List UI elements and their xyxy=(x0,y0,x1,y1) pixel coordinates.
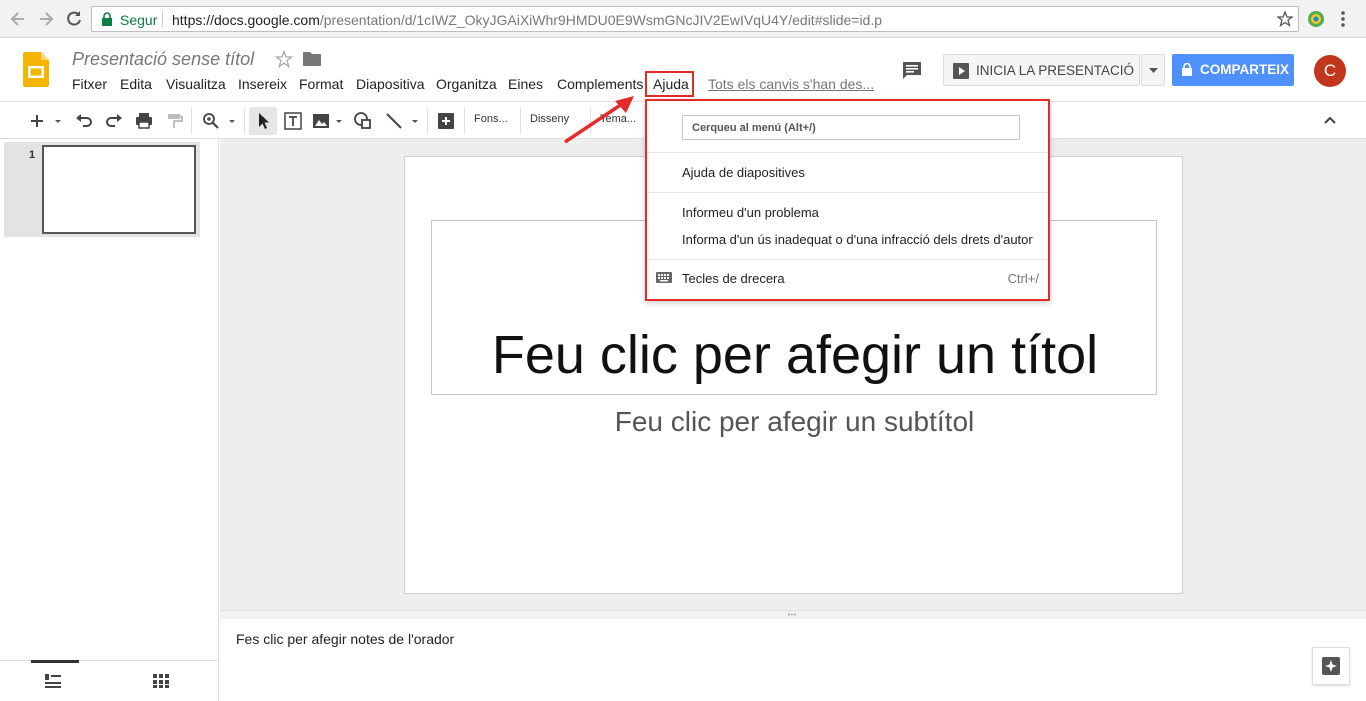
keyboard-icon xyxy=(656,272,672,283)
text-box-icon[interactable] xyxy=(281,109,305,133)
title-placeholder[interactable]: Feu clic per afegir un títol xyxy=(432,324,1158,386)
zoom-icon[interactable] xyxy=(199,109,223,133)
save-status-link[interactable]: Tots els canvis s'han des... xyxy=(708,76,874,92)
subtitle-placeholder[interactable]: Feu clic per afegir un subtítol xyxy=(405,406,1184,438)
menu-insert[interactable]: Insereix xyxy=(238,76,287,92)
image-icon[interactable] xyxy=(309,109,333,133)
select-cursor-icon[interactable] xyxy=(251,109,275,133)
filmstrip-view-icon[interactable] xyxy=(45,674,61,688)
present-button[interactable]: INICIA LA PRESENTACIÓ xyxy=(943,54,1140,86)
slide-filmstrip: 1 xyxy=(0,139,219,701)
menu-format[interactable]: Format xyxy=(299,76,343,92)
url-text[interactable]: https://docs.google.com/presentation/d/1… xyxy=(172,12,882,28)
menu-divider xyxy=(647,259,1048,260)
collapse-toolbar-icon[interactable] xyxy=(1318,109,1342,133)
slide-thumbnail[interactable] xyxy=(42,145,196,234)
zoom-dropdown-icon[interactable] xyxy=(226,109,238,133)
shape-icon[interactable] xyxy=(351,109,375,133)
toolbar-divider xyxy=(191,108,192,134)
bookmark-star-icon[interactable] xyxy=(1277,11,1293,27)
menu-tools[interactable]: Eines xyxy=(508,76,543,92)
toolbar-divider xyxy=(427,108,428,134)
menu-item-report-abuse[interactable]: Informa d'un ús inadequat o d'una infrac… xyxy=(682,232,1033,247)
speaker-notes-placeholder[interactable]: Fes clic per afegir notes de l'orador xyxy=(236,631,454,647)
address-bar[interactable]: Segur https://docs.google.com/presentati… xyxy=(91,6,1299,32)
menu-divider xyxy=(647,152,1048,153)
notes-resize-handle[interactable] xyxy=(220,610,1366,619)
chevron-down-icon xyxy=(1149,68,1158,73)
slides-logo-icon[interactable] xyxy=(23,52,49,87)
menu-search-placeholder: Cerqueu al menú (Alt+/) xyxy=(692,122,816,134)
lock-icon xyxy=(1182,63,1192,76)
line-dropdown-icon[interactable] xyxy=(409,109,421,133)
toolbar-divider xyxy=(464,108,465,134)
print-icon[interactable] xyxy=(132,109,156,133)
line-icon[interactable] xyxy=(382,109,406,133)
help-menu-dropdown: Cerqueu al menú (Alt+/) Ajuda de diaposi… xyxy=(645,99,1050,301)
toolbar-divider xyxy=(520,108,521,134)
explore-icon xyxy=(1322,657,1340,675)
menu-slide[interactable]: Diapositiva xyxy=(356,76,424,92)
slide-thumbnail-selected[interactable]: 1 xyxy=(4,142,200,237)
toolbar-divider xyxy=(244,108,245,134)
menu-file[interactable]: Fitxer xyxy=(72,76,107,92)
menu-item-keyboard-shortcuts[interactable]: Tecles de drecera xyxy=(682,271,785,286)
menu-divider xyxy=(647,192,1048,193)
background-button[interactable]: Fons... xyxy=(474,113,508,125)
annotation-arrow-icon xyxy=(560,92,640,146)
avatar[interactable]: C xyxy=(1314,55,1346,87)
redo-icon[interactable] xyxy=(102,109,126,133)
share-button[interactable]: COMPARTEIX xyxy=(1172,54,1294,86)
new-slide-dropdown-icon[interactable] xyxy=(52,109,64,133)
reload-icon[interactable] xyxy=(64,9,84,29)
share-button-label: COMPARTEIX xyxy=(1200,62,1290,77)
undo-icon[interactable] xyxy=(72,109,96,133)
image-dropdown-icon[interactable] xyxy=(333,109,345,133)
menu-arrange[interactable]: Organitza xyxy=(436,76,497,92)
new-slide-icon[interactable] xyxy=(25,109,49,133)
add-comment-icon[interactable] xyxy=(434,109,458,133)
explore-button[interactable] xyxy=(1312,647,1350,685)
present-button-label: INICIA LA PRESENTACIÓ xyxy=(976,63,1135,78)
active-view-indicator xyxy=(31,660,79,663)
star-icon[interactable] xyxy=(275,50,293,68)
slide-number: 1 xyxy=(29,149,36,161)
secure-label: Segur xyxy=(120,12,158,28)
menu-help-highlight xyxy=(645,71,694,97)
browser-menu-icon[interactable] xyxy=(1340,10,1346,28)
drag-handle-icon xyxy=(788,612,798,617)
lock-icon xyxy=(101,12,113,26)
folder-icon[interactable] xyxy=(303,51,321,67)
browser-toolbar: Segur https://docs.google.com/presentati… xyxy=(0,0,1366,38)
paint-format-icon[interactable] xyxy=(162,109,186,133)
url-host: https://docs.google.com xyxy=(172,12,320,28)
menu-edit[interactable]: Edita xyxy=(120,76,152,92)
play-icon xyxy=(953,63,969,79)
url-path: /presentation/d/1cIWZ_OkyJGAiXiWhr9HMDU0… xyxy=(319,12,883,28)
url-divider xyxy=(162,11,163,27)
menu-item-report-problem[interactable]: Informeu d'un problema xyxy=(682,205,819,220)
app-header: Presentació sense títol Fitxer Edita Vis… xyxy=(0,38,1366,102)
keyboard-shortcut-hint: Ctrl+/ xyxy=(1007,271,1039,286)
extension-icon[interactable] xyxy=(1307,10,1325,28)
forward-arrow-icon[interactable] xyxy=(36,9,56,29)
present-options-button[interactable] xyxy=(1141,54,1165,86)
back-arrow-icon[interactable] xyxy=(8,9,28,29)
comments-icon[interactable] xyxy=(902,60,922,80)
menu-view[interactable]: Visualitza xyxy=(166,76,226,92)
speaker-notes[interactable]: Fes clic per afegir notes de l'orador xyxy=(220,619,1366,701)
menu-search-input[interactable]: Cerqueu al menú (Alt+/) xyxy=(682,115,1020,140)
filmstrip-view-toggle xyxy=(0,660,219,701)
menu-addons[interactable]: Complements xyxy=(557,76,643,92)
grid-view-icon[interactable] xyxy=(153,674,169,688)
menu-item-slides-help[interactable]: Ajuda de diapositives xyxy=(682,165,805,180)
document-title[interactable]: Presentació sense títol xyxy=(72,49,254,70)
